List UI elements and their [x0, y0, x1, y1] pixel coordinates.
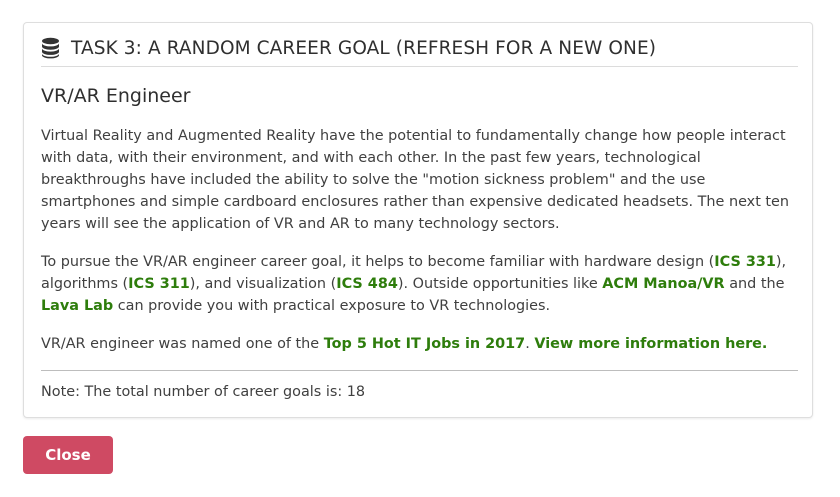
card-header-title: TASK 3: A RANDOM CAREER GOAL (REFRESH FO…: [71, 37, 657, 59]
link-acm-manoa-vr[interactable]: ACM Manoa/VR: [602, 276, 724, 292]
link-ics-311[interactable]: ICS 311: [128, 276, 190, 292]
link-lava-lab[interactable]: Lava Lab: [41, 298, 113, 314]
link-view-more-information[interactable]: View more information here.: [534, 336, 767, 352]
goal-description: Virtual Reality and Augmented Reality ha…: [41, 128, 790, 232]
pursue-paragraph: To pursue the VR/AR engineer career goal…: [41, 251, 801, 317]
career-goals-count-note: Note: The total number of career goals i…: [41, 384, 366, 400]
career-goal-card: TASK 3: A RANDOM CAREER GOAL (REFRESH FO…: [23, 22, 813, 418]
pursue-text: To pursue the VR/AR engineer career goal…: [41, 254, 715, 270]
hot-jobs-text: VR/AR engineer was named one of the: [41, 336, 324, 352]
card-header: TASK 3: A RANDOM CAREER GOAL (REFRESH FO…: [41, 36, 798, 67]
goal-title: VR/AR Engineer: [41, 85, 191, 107]
pursue-text: ), and visualization (: [189, 276, 337, 292]
close-button[interactable]: Close: [23, 436, 113, 474]
divider: [41, 370, 798, 371]
pursue-text: can provide you with practical exposure …: [113, 298, 551, 314]
hot-jobs-paragraph: VR/AR engineer was named one of the Top …: [41, 333, 801, 355]
hot-jobs-text: .: [525, 336, 535, 352]
link-ics-331[interactable]: ICS 331: [714, 254, 776, 270]
pursue-text: and the: [724, 276, 785, 292]
link-ics-484[interactable]: ICS 484: [336, 276, 398, 292]
database-icon: [42, 37, 59, 59]
link-top-5-hot-it-jobs[interactable]: Top 5 Hot IT Jobs in 2017: [324, 336, 525, 352]
pursue-text: ). Outside opportunities like: [397, 276, 603, 292]
